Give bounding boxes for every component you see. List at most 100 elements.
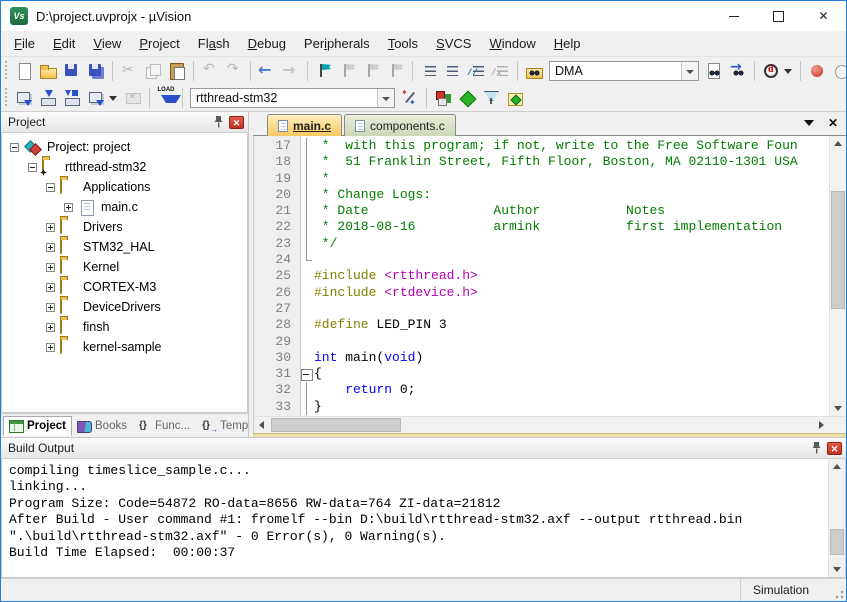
tree-item-cortex-m3[interactable]: CORTEX-M3 (2, 277, 247, 297)
tree-item-main-c[interactable]: main.c (2, 197, 247, 217)
find-in-files-button[interactable] (522, 59, 546, 83)
tree-item-drivers[interactable]: Drivers (2, 217, 247, 237)
menu-debug[interactable]: Debug (239, 33, 295, 54)
tree-item-finsh[interactable]: finsh (2, 317, 247, 337)
select-packs-button[interactable] (479, 86, 503, 110)
target-select-combo[interactable]: rtthread-stm32 (190, 88, 395, 108)
collapse-icon[interactable] (46, 183, 55, 192)
next-bookmark-button[interactable] (360, 59, 384, 83)
tab-list-dropdown-icon[interactable] (802, 116, 816, 130)
incremental-find-button[interactable] (726, 59, 750, 83)
expand-icon[interactable] (46, 283, 55, 292)
batch-build-button[interactable] (84, 86, 108, 110)
redo-button[interactable] (222, 59, 246, 83)
new-file-button[interactable] (12, 59, 36, 83)
project-panel-close-icon[interactable] (229, 116, 244, 129)
undo-button[interactable] (198, 59, 222, 83)
menu-help[interactable]: Help (545, 33, 590, 54)
editor-vscrollbar[interactable] (829, 136, 846, 416)
editor-vscroll-thumb[interactable] (831, 191, 845, 309)
copy-button[interactable] (141, 59, 165, 83)
lookup-button[interactable] (759, 59, 783, 83)
download-button[interactable] (154, 86, 178, 110)
tree-item-applications[interactable]: Applications (2, 177, 247, 197)
expand-icon[interactable] (46, 323, 55, 332)
insert-breakpoint-button[interactable] (805, 59, 829, 83)
manage-project-items-button[interactable] (431, 86, 455, 110)
menu-project[interactable]: Project (130, 33, 188, 54)
code-area[interactable]: 17 * with this program; if not, write to… (254, 136, 829, 416)
tree-item-project-project[interactable]: Project: project (2, 137, 247, 157)
pin-icon[interactable] (210, 115, 226, 130)
find-button[interactable] (702, 59, 726, 83)
expand-icon[interactable] (64, 203, 73, 212)
batch-build-dropdown-button[interactable] (108, 86, 121, 110)
find-text-dropdown-button[interactable] (681, 62, 698, 80)
save-all-button[interactable] (84, 59, 108, 83)
menu-file[interactable]: File (5, 33, 44, 54)
toggle-bookmark-button[interactable] (312, 59, 336, 83)
menu-window[interactable]: Window (480, 33, 544, 54)
tree-item-kernel[interactable]: Kernel (2, 257, 247, 277)
editor-hscrollbar[interactable] (253, 416, 846, 433)
expand-icon[interactable] (46, 343, 55, 352)
expand-icon[interactable] (46, 243, 55, 252)
menu-peripherals[interactable]: Peripherals (295, 33, 379, 54)
menu-svcs[interactable]: SVCS (427, 33, 480, 54)
tree-item-kernel-sample[interactable]: kernel-sample (2, 337, 247, 357)
build-output-vscrollbar[interactable] (828, 459, 845, 577)
menu-edit[interactable]: Edit (44, 33, 84, 54)
open-file-button[interactable] (36, 59, 60, 83)
indent-button[interactable] (417, 59, 441, 83)
expand-icon[interactable] (46, 303, 55, 312)
panel-tab-func[interactable]: {}Func... (134, 417, 195, 435)
find-text-combo[interactable]: DMA (549, 61, 699, 81)
expand-icon[interactable] (46, 223, 55, 232)
pin-icon[interactable] (808, 441, 824, 456)
save-button[interactable] (60, 59, 84, 83)
editor-tab-main-c[interactable]: main.c (267, 114, 342, 136)
lookup-dropdown-button[interactable] (783, 59, 796, 83)
editor-hscroll-thumb[interactable] (271, 418, 401, 432)
navigate-back-button[interactable] (255, 59, 279, 83)
translate-button[interactable] (12, 86, 36, 110)
menu-tools[interactable]: Tools (379, 33, 427, 54)
uncomment-button[interactable] (489, 59, 513, 83)
maximize-button[interactable] (756, 2, 801, 31)
toolbar-grip[interactable] (4, 61, 9, 81)
menu-flash[interactable]: Flash (189, 33, 239, 54)
panel-tab-project[interactable]: Project (3, 416, 72, 436)
paste-button[interactable] (165, 59, 189, 83)
options-for-target-button[interactable] (398, 86, 422, 110)
tree-item-rtthread-stm32[interactable]: rtthread-stm32 (2, 157, 247, 177)
target-select-dropdown-button[interactable] (377, 89, 394, 107)
navigate-forward-button[interactable] (279, 59, 303, 83)
clear-bookmarks-button[interactable] (384, 59, 408, 83)
resize-grip[interactable] (828, 579, 846, 601)
minimize-button[interactable] (711, 2, 756, 31)
build-vscroll-thumb[interactable] (830, 529, 844, 555)
fold-collapse-icon[interactable] (300, 366, 314, 382)
close-button[interactable] (801, 2, 846, 31)
menu-view[interactable]: View (84, 33, 130, 54)
build-button[interactable] (36, 86, 60, 110)
tree-item-devicedrivers[interactable]: DeviceDrivers (2, 297, 247, 317)
cut-button[interactable] (117, 59, 141, 83)
editor-tab-components-c[interactable]: components.c (344, 114, 456, 136)
build-output-close-icon[interactable] (827, 442, 842, 455)
outdent-button[interactable] (441, 59, 465, 83)
prev-bookmark-button[interactable] (336, 59, 360, 83)
rebuild-button[interactable] (60, 86, 84, 110)
disable-breakpoint-button[interactable] (829, 59, 847, 83)
collapse-icon[interactable] (28, 163, 37, 172)
close-document-icon[interactable] (826, 116, 840, 130)
stop-build-button[interactable] (121, 86, 145, 110)
scroll-left-icon[interactable] (254, 417, 269, 433)
manage-rte-button[interactable] (455, 86, 479, 110)
toolbar-grip[interactable] (4, 88, 9, 108)
scroll-up-icon[interactable] (830, 136, 846, 151)
scroll-up-icon[interactable] (829, 459, 845, 474)
expand-icon[interactable] (46, 263, 55, 272)
collapse-icon[interactable] (10, 143, 19, 152)
panel-tab-books[interactable]: Books (72, 417, 132, 435)
